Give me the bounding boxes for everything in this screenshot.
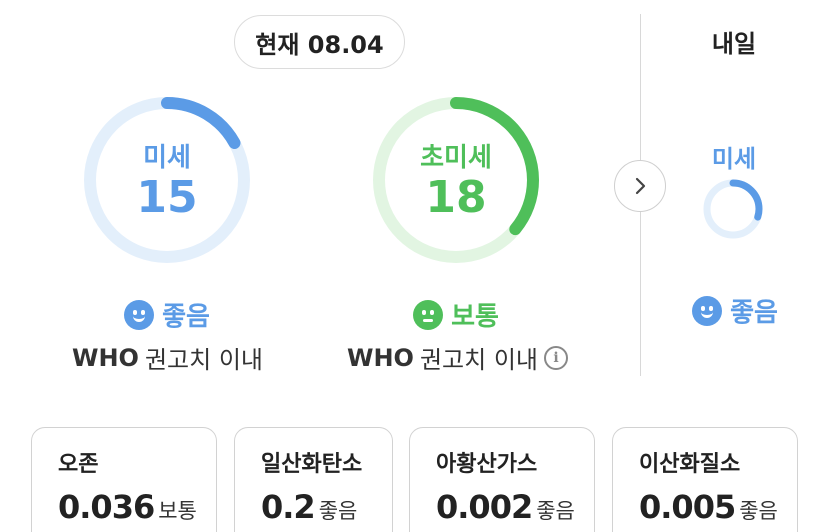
pm25-who-note: WHO 권고치 이내 i bbox=[330, 340, 585, 375]
pollutant-name: 일산화탄소 bbox=[261, 452, 363, 477]
tomorrow-pm10-status: 좋음 bbox=[680, 292, 790, 329]
pollutant-value: 0.002 bbox=[436, 488, 533, 526]
tomorrow-pm10-status-text: 좋음 bbox=[730, 298, 778, 328]
pollutant-value: 0.036 bbox=[58, 488, 155, 526]
pm25-gauge: 초미세 18 bbox=[371, 95, 541, 265]
pollutant-value: 0.2 bbox=[261, 488, 316, 526]
pm10-who-text: 권고치 이내 bbox=[144, 346, 263, 374]
tomorrow-pm10-gauge bbox=[702, 178, 764, 240]
pollutant-grade: 좋음 bbox=[318, 499, 358, 523]
pm10-status-text: 좋음 bbox=[162, 302, 210, 332]
next-button[interactable] bbox=[614, 160, 666, 212]
smile-face-icon bbox=[692, 295, 723, 326]
pollutant-name: 이산화질소 bbox=[639, 452, 741, 477]
pollutant-card-so2[interactable]: 아황산가스 0.002 좋음 bbox=[409, 427, 595, 532]
chevron-right-icon bbox=[635, 177, 646, 195]
pollutant-grade: 좋음 bbox=[536, 499, 575, 523]
pollutant-value: 0.005 bbox=[639, 488, 736, 526]
tomorrow-pm10-label: 미세 bbox=[711, 145, 757, 173]
pm10-status: 좋음 bbox=[82, 296, 252, 333]
pm25-status: 보통 bbox=[371, 296, 541, 333]
info-icon[interactable]: i bbox=[544, 345, 568, 370]
neutral-face-icon bbox=[413, 299, 444, 330]
pollutant-name: 아황산가스 bbox=[436, 452, 538, 477]
pm25-label: 초미세 bbox=[420, 143, 492, 173]
pm25-value: 18 bbox=[425, 172, 487, 223]
pm10-who-note: WHO 권고치 이내 bbox=[40, 340, 295, 375]
pollutant-grade: 좋음 bbox=[739, 499, 778, 523]
smile-face-icon bbox=[124, 299, 155, 330]
current-date-pill[interactable]: 현재 08.04 bbox=[234, 15, 405, 69]
pollutant-card-no2[interactable]: 이산화질소 0.005 좋음 bbox=[612, 427, 798, 532]
pm25-status-text: 보통 bbox=[451, 302, 499, 332]
pm10-label: 미세 bbox=[143, 143, 191, 173]
tomorrow-pm10-ring bbox=[703, 179, 763, 239]
pm10-who-label: WHO bbox=[72, 343, 139, 372]
pollutant-card-co[interactable]: 일산화탄소 0.2 좋음 bbox=[234, 427, 393, 532]
pm25-who-text: 권고치 이내 bbox=[419, 346, 538, 374]
pm10-gauge: 미세 15 bbox=[82, 95, 252, 265]
pollutant-name: 오존 bbox=[58, 452, 99, 477]
pollutant-card-ozone[interactable]: 오존 0.036 보통 bbox=[31, 427, 217, 532]
pm25-who-label: WHO bbox=[347, 343, 414, 372]
pm10-value: 15 bbox=[136, 172, 198, 223]
pollutant-grade: 보통 bbox=[158, 499, 197, 523]
tomorrow-title: 내일 bbox=[711, 30, 757, 58]
